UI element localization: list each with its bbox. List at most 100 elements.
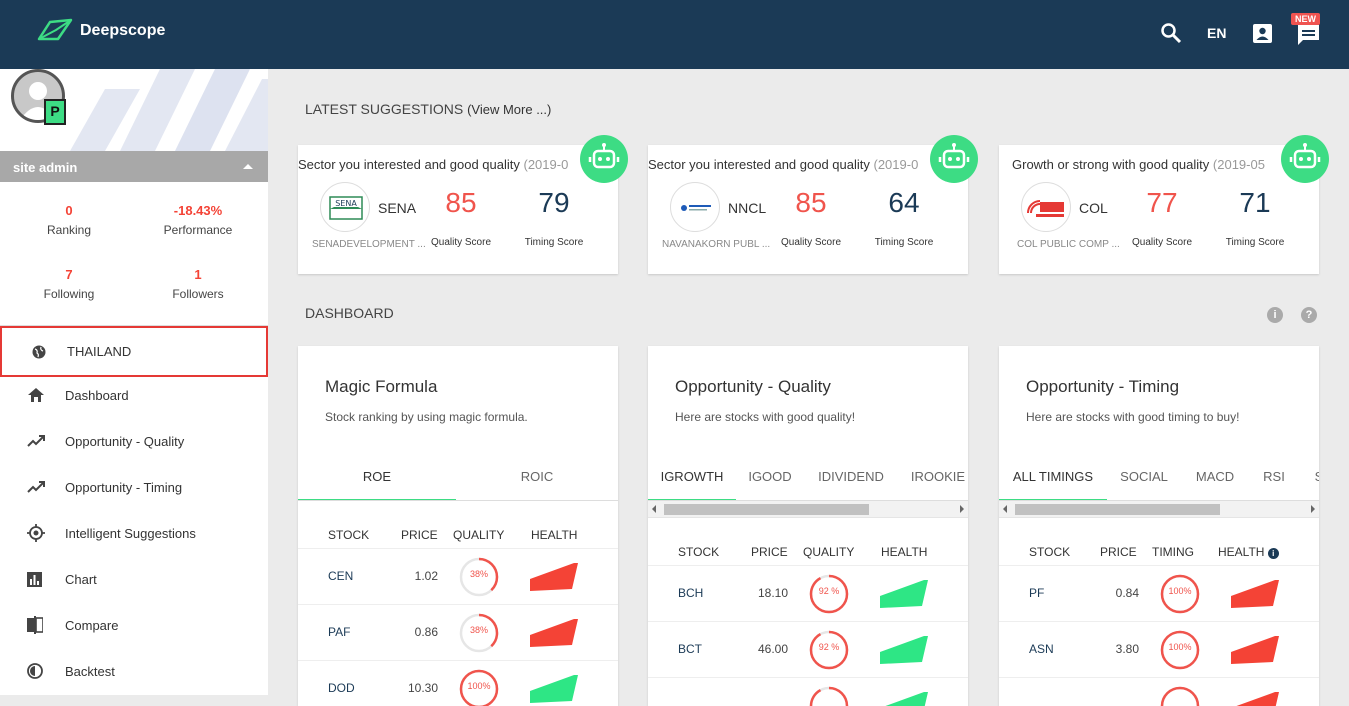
card-description: Here are stocks with good quality! <box>675 410 856 424</box>
account-icon[interactable] <box>1252 23 1273 44</box>
stock-symbol[interactable]: CEN <box>328 569 353 583</box>
sidebar-item-backtest[interactable]: Backtest <box>0 648 268 694</box>
scroll-right-icon[interactable] <box>960 505 964 513</box>
chat-icon[interactable] <box>1297 24 1320 46</box>
bar-chart-icon <box>27 571 65 587</box>
stock-symbol[interactable]: DOD <box>328 681 355 695</box>
magic-formula-card: Magic Formula Stock ranking by using mag… <box>298 346 618 706</box>
market-selector-thailand[interactable]: THAILAND <box>0 326 268 377</box>
score-ring <box>809 686 849 706</box>
robot-icon <box>580 135 628 183</box>
tab-all-timings[interactable]: ALL TIMINGS <box>999 458 1107 500</box>
tab-igrowth[interactable]: IGROWTH <box>648 458 736 500</box>
stock-price: 0.84 <box>1115 586 1139 600</box>
column-header: HEALTH <box>881 545 928 559</box>
stock-symbol[interactable]: ASN <box>1029 642 1054 656</box>
suggestion-reason: Sector you interested and good quality <box>648 157 870 172</box>
health-indicator <box>530 675 578 703</box>
suggestion-card[interactable]: Sector you interested and good quality (… <box>648 135 978 274</box>
stock-price: 10.30 <box>407 681 438 695</box>
suggestion-reason: Growth or strong with good quality <box>1012 157 1210 172</box>
help-icon[interactable]: ? <box>1301 307 1317 323</box>
scroll-thumb[interactable] <box>664 504 869 515</box>
suggestion-card[interactable]: Sector you interested and good quality (… <box>298 135 628 274</box>
sidebar-item-label: Opportunity - Timing <box>65 479 183 495</box>
search-icon[interactable] <box>1160 22 1182 44</box>
tab-rsi[interactable]: RSI <box>1249 458 1299 500</box>
scroll-left-icon[interactable] <box>652 505 656 513</box>
health-indicator <box>880 636 928 664</box>
quality-score-label: Quality Score <box>430 237 492 248</box>
language-selector[interactable]: EN <box>1207 25 1226 41</box>
sidebar-item-opportunity-quality[interactable]: Opportunity - Quality <box>0 418 268 464</box>
tab-roic[interactable]: ROIC <box>456 458 618 500</box>
table-row[interactable] <box>648 677 968 706</box>
sidebar: P site admin 0 Ranking -18.43% Performan… <box>0 69 268 695</box>
suggestion-heading: Sector you interested and good quality (… <box>648 157 928 172</box>
table-row[interactable]: CEN 1.02 38% <box>298 548 618 604</box>
sidebar-item-chart[interactable]: Chart <box>0 556 268 602</box>
scroll-left-icon[interactable] <box>1003 505 1007 513</box>
tab-macd[interactable]: MACD <box>1181 458 1249 500</box>
backtest-icon <box>27 663 65 679</box>
table-row[interactable] <box>999 677 1319 706</box>
logo[interactable]: Deepscope <box>36 18 165 44</box>
scroll-right-icon[interactable] <box>1311 505 1315 513</box>
latest-suggestions-header: LATEST SUGGESTIONS (View More ...) <box>305 101 551 117</box>
tab-social[interactable]: SOCIAL <box>1107 458 1181 500</box>
timing-score-label: Timing Score <box>1225 237 1285 248</box>
stat-label: Ranking <box>46 223 92 237</box>
stock-symbol[interactable]: BCT <box>678 642 702 656</box>
tab-roe[interactable]: ROE <box>298 458 456 500</box>
user-menu[interactable]: site admin <box>0 151 268 182</box>
horizontal-scrollbar[interactable] <box>648 501 968 518</box>
stock-price: 0.86 <box>414 625 438 639</box>
horizontal-scrollbar[interactable] <box>999 501 1319 518</box>
company-name: NAVANAKORN PUBL ... <box>662 239 771 250</box>
stock-symbol[interactable]: BCH <box>678 586 703 600</box>
table-row[interactable]: BCT 46.00 92 % <box>648 621 968 677</box>
view-more-link[interactable]: (View More ...) <box>467 102 551 117</box>
col-logo <box>1021 182 1071 232</box>
card-title: Opportunity - Quality <box>675 377 831 396</box>
tab-irookie[interactable]: IROOKIE <box>898 458 968 500</box>
table-row[interactable]: DOD 10.30 100% <box>298 660 618 706</box>
ticker: NNCL <box>728 200 767 216</box>
tab-idividend[interactable]: IDIVIDEND <box>804 458 898 500</box>
tab-igood[interactable]: IGOOD <box>736 458 804 500</box>
scroll-thumb[interactable] <box>1015 504 1220 515</box>
stock-symbol[interactable]: PAF <box>328 625 350 639</box>
column-header: PRICE <box>401 528 438 542</box>
quality-score-label: Quality Score <box>1131 237 1193 248</box>
stat-value: 7 <box>65 267 73 282</box>
stat-ranking: 0 Ranking <box>9 203 129 237</box>
ticker: COL <box>1079 200 1108 216</box>
health-indicator <box>880 580 928 608</box>
table-row[interactable]: ASN 3.80 100% <box>999 621 1319 677</box>
stat-followers[interactable]: 1 Followers <box>138 267 258 301</box>
sidebar-item-compare[interactable]: Compare <box>0 602 268 648</box>
stat-value: -18.43% <box>173 203 223 218</box>
info-icon[interactable]: i <box>1267 307 1283 323</box>
suggestion-card[interactable]: Growth or strong with good quality (2019… <box>999 135 1329 274</box>
table-row[interactable]: BCH 18.10 92 % <box>648 565 968 621</box>
stat-following[interactable]: 7 Following <box>9 267 129 301</box>
column-header: STOCK <box>1029 545 1071 559</box>
health-label: HEALTH <box>1218 545 1265 559</box>
table-row[interactable]: PAF 0.86 38% <box>298 604 618 660</box>
info-icon[interactable]: i <box>1267 548 1279 559</box>
stock-price: 1.02 <box>414 569 438 583</box>
suggestion-date: (2019-05 <box>1212 157 1265 172</box>
caret-up-icon <box>243 164 253 169</box>
table-row[interactable]: PF 0.84 100% <box>999 565 1319 621</box>
tab-s[interactable]: S <box>1299 458 1319 500</box>
sidebar-item-dashboard[interactable]: Dashboard <box>0 372 268 418</box>
sidebar-item-opportunity-timing[interactable]: Opportunity - Timing <box>0 464 268 510</box>
sidebar-item-intelligent-suggestions[interactable]: Intelligent Suggestions <box>0 510 268 556</box>
stock-symbol[interactable]: PF <box>1029 586 1044 600</box>
company-name: COL PUBLIC COMP ... <box>1017 239 1120 250</box>
suggestion-reason: Sector you interested and good quality <box>298 157 520 172</box>
suggestion-heading: Sector you interested and good quality (… <box>298 157 578 172</box>
column-header: PRICE <box>751 545 788 559</box>
main-content: LATEST SUGGESTIONS (View More ...) Secto… <box>268 69 1349 706</box>
